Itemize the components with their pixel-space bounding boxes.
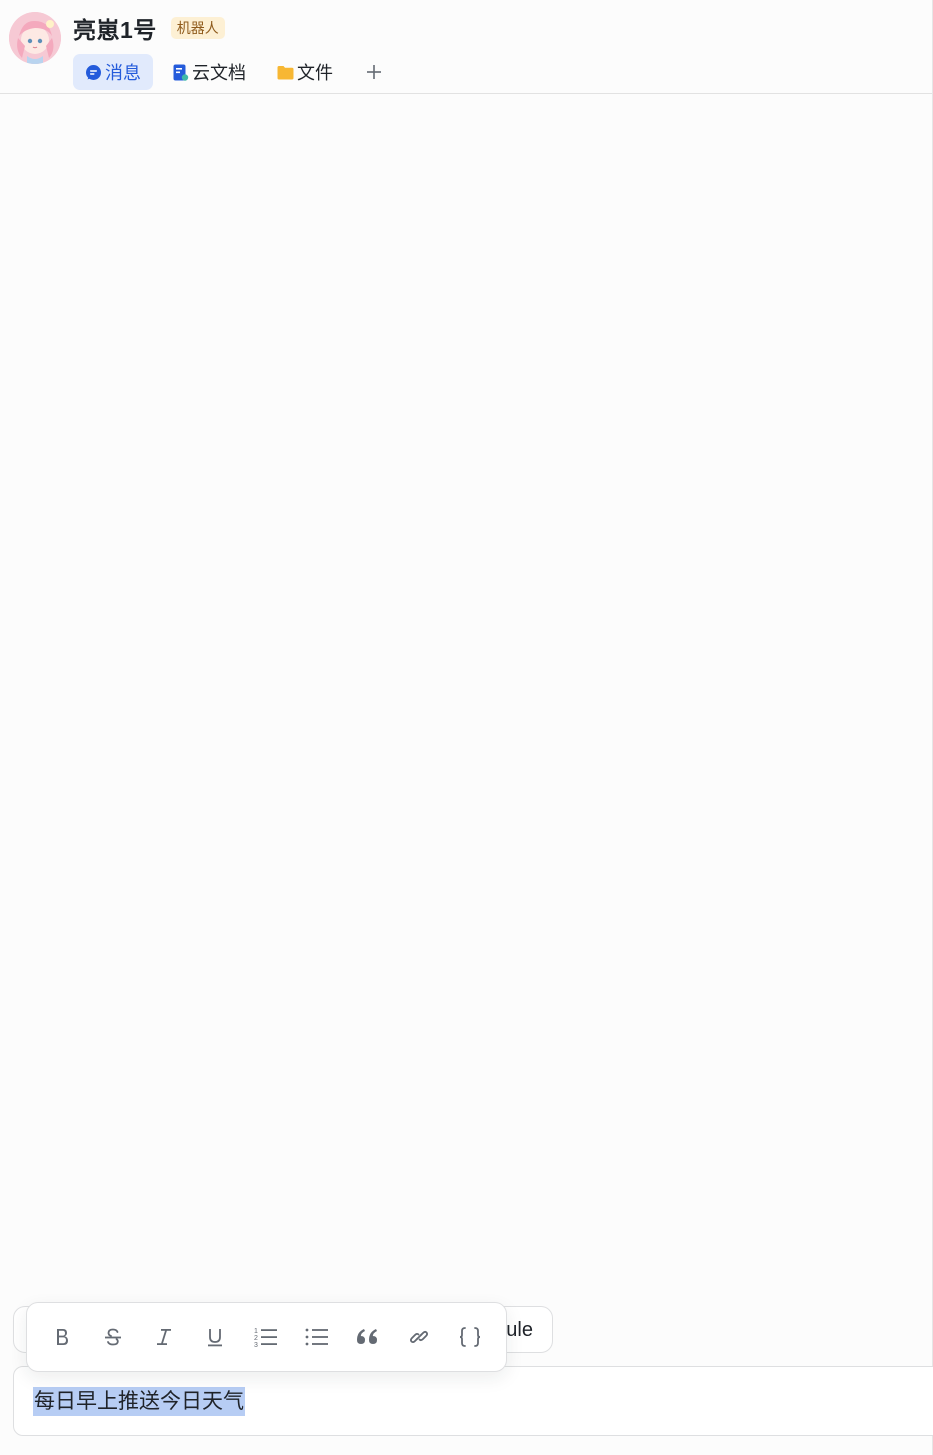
- link-button[interactable]: [399, 1317, 439, 1357]
- italic-icon: [157, 1329, 171, 1345]
- tab-cloud-docs-label: 云文档: [192, 63, 246, 83]
- chat-window: 亮崽1号 机器人 消息 云文档 文件 ule 每日早上推送今日天气 1 2 3: [0, 0, 933, 1455]
- title-row: 亮崽1号 机器人: [73, 14, 225, 43]
- quote-icon: [357, 1329, 377, 1344]
- ordered-list-button[interactable]: 1 2 3: [246, 1317, 286, 1357]
- avatar[interactable]: [9, 12, 61, 64]
- underline-button[interactable]: [195, 1317, 235, 1357]
- strikethrough-icon: [105, 1328, 121, 1346]
- bold-icon: [57, 1329, 68, 1345]
- message-input-text[interactable]: 每日早上推送今日天气: [33, 1387, 245, 1416]
- italic-button[interactable]: [144, 1317, 184, 1357]
- underline-icon: [208, 1329, 222, 1347]
- chat-title: 亮崽1号: [73, 17, 157, 43]
- code-block-icon: [459, 1327, 481, 1347]
- message-input[interactable]: 每日早上推送今日天气: [13, 1366, 933, 1436]
- tab-messages-label: 消息: [105, 63, 141, 83]
- svg-text:3: 3: [254, 1342, 258, 1349]
- quote-button[interactable]: [348, 1317, 388, 1357]
- ordered-list-icon: 1 2 3: [254, 1328, 277, 1349]
- bot-badge: 机器人: [170, 17, 225, 39]
- format-toolbar: 1 2 3: [26, 1302, 507, 1372]
- suggestion-chip-label: ule: [506, 1319, 533, 1341]
- tab-files-label: 文件: [297, 63, 333, 83]
- bullet-list-icon: [305, 1328, 328, 1346]
- plus-icon: [367, 65, 381, 79]
- folder-icon: [277, 64, 294, 81]
- link-icon: [409, 1330, 429, 1344]
- svg-text:2: 2: [254, 1335, 258, 1342]
- bullet-list-button[interactable]: [297, 1317, 337, 1357]
- strikethrough-button[interactable]: [93, 1317, 133, 1357]
- tab-messages[interactable]: 消息: [73, 54, 153, 90]
- tab-cloud-docs[interactable]: 云文档: [160, 54, 258, 90]
- document-icon: [172, 64, 189, 81]
- code-block-button[interactable]: [450, 1317, 490, 1357]
- svg-text:1: 1: [254, 1328, 258, 1335]
- chat-tabs: 消息 云文档 文件: [73, 54, 386, 90]
- bold-button[interactable]: [42, 1317, 82, 1357]
- avatar-illustration: [9, 12, 61, 64]
- add-tab-button[interactable]: [362, 60, 386, 84]
- chat-header: 亮崽1号 机器人 消息 云文档 文件: [0, 0, 933, 94]
- chat-bubble-icon: [85, 64, 102, 81]
- tab-files[interactable]: 文件: [265, 54, 345, 90]
